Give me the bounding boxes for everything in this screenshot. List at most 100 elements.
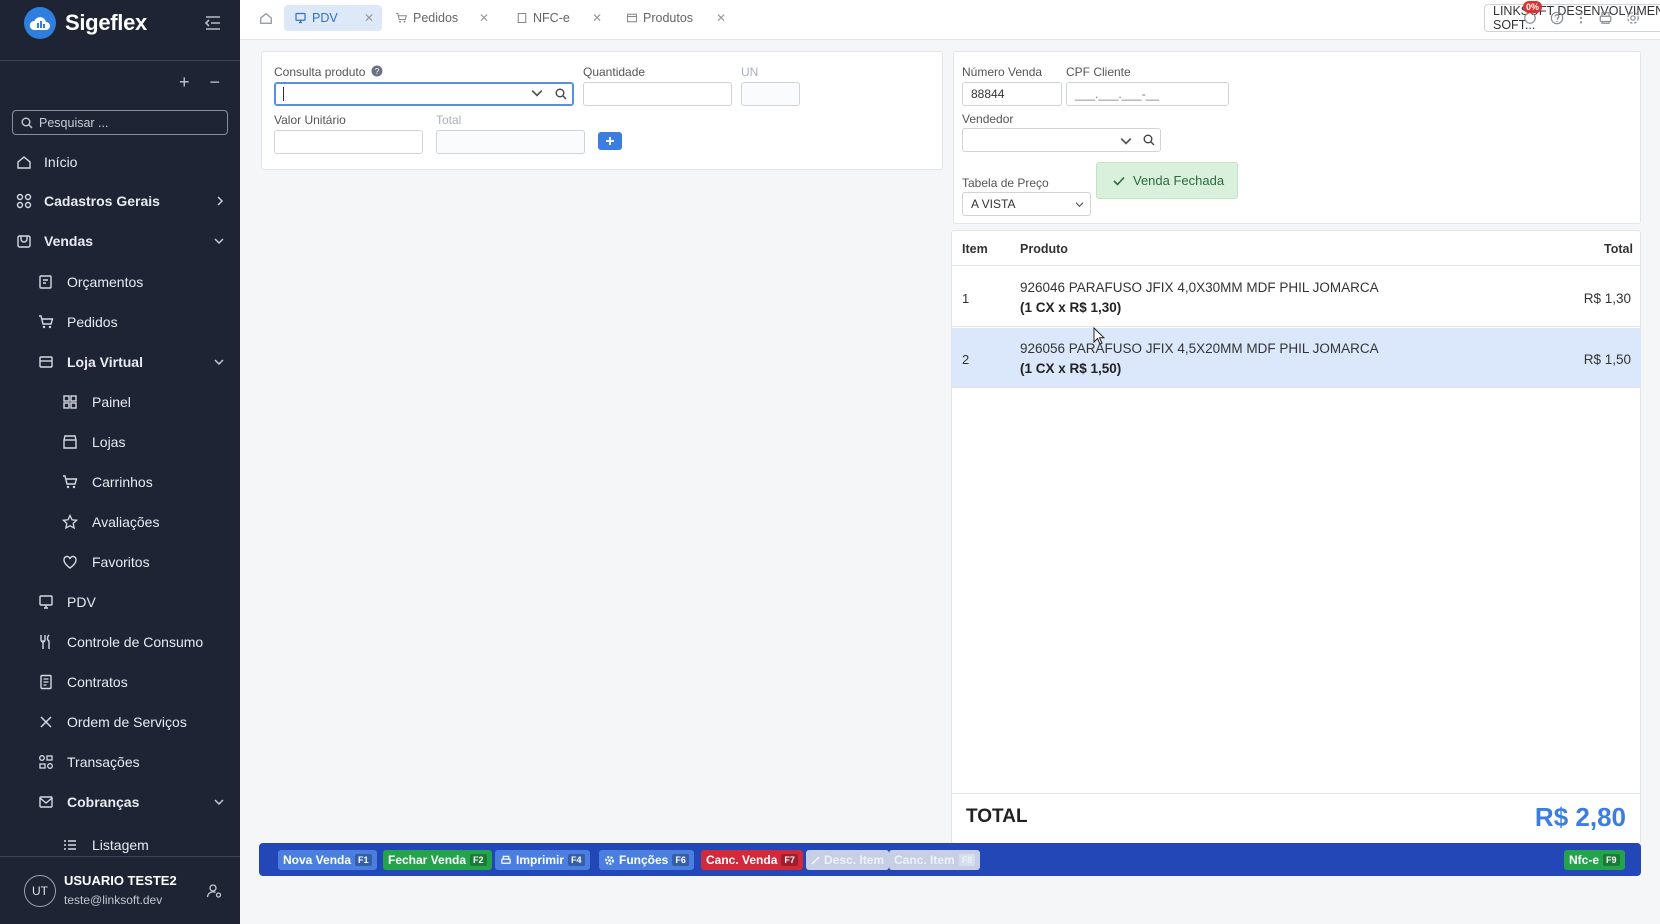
- sidebar-item-orcamentos[interactable]: Orçamentos: [0, 262, 240, 302]
- sidebar-item-cadastros-gerais[interactable]: Cadastros Gerais: [0, 181, 240, 221]
- row-item-number: 1: [962, 291, 970, 306]
- row-product-detail: (1 CX x R$ 1,50): [1020, 361, 1122, 376]
- user-name: USUARIO TESTE2: [64, 873, 177, 888]
- sidebar-item-label: Ordem de Serviços: [67, 714, 187, 730]
- percent-icon: [811, 855, 820, 865]
- close-tab-icon[interactable]: ✕: [364, 11, 374, 25]
- more-vertical-icon[interactable]: [1578, 11, 1584, 25]
- transactions-icon: [39, 755, 53, 769]
- grid-icon: [16, 193, 32, 209]
- nfce-button[interactable]: Nfc-e F9: [1564, 850, 1625, 870]
- tab-label: PDV: [312, 11, 338, 25]
- cpf-cliente-input[interactable]: ___.___.___-__: [1066, 82, 1229, 106]
- numero-venda-input[interactable]: 88844: [962, 82, 1062, 106]
- sidebar-item-transacoes[interactable]: Transações: [0, 742, 240, 782]
- sidebar-item-controle-de-consumo[interactable]: Controle de Consumo: [0, 622, 240, 662]
- table-row[interactable]: 2 926056 PARAFUSO JFIX 4,5X20MM MDF PHIL…: [952, 328, 1641, 388]
- sidebar-item-avaliacoes[interactable]: Avaliações: [0, 502, 240, 542]
- notifications-icon[interactable]: [1523, 11, 1537, 25]
- home-icon[interactable]: [259, 11, 273, 25]
- row-product-name: 926056 PARAFUSO JFIX 4,5X20MM MDF PHIL J…: [1020, 341, 1379, 356]
- edit-doc-icon: [39, 275, 52, 289]
- avatar[interactable]: UT: [24, 875, 56, 907]
- sidebar-header: Sigeflex: [0, 0, 240, 46]
- fechar-venda-button[interactable]: Fechar Venda F2: [383, 850, 492, 870]
- imprimir-button[interactable]: Imprimir F4: [495, 850, 590, 870]
- row-total: R$ 1,50: [1583, 352, 1631, 367]
- button-label: Canc. Venda: [706, 853, 778, 867]
- vendedor-label: Vendedor: [962, 112, 1014, 126]
- gear-icon[interactable]: [1626, 11, 1640, 25]
- canc-item-button[interactable]: Canc. Item F8: [889, 850, 981, 870]
- button-label: Fechar Venda: [388, 853, 467, 867]
- desc-item-button[interactable]: Desc. Item: [806, 850, 890, 870]
- expand-all-icon[interactable]: +: [179, 72, 190, 93]
- consulta-produto-input[interactable]: [274, 82, 574, 106]
- sidebar-actions: + −: [0, 61, 240, 103]
- sidebar-item-label: Lojas: [92, 434, 126, 450]
- shortcut-key: F2: [470, 854, 487, 866]
- chevron-down-icon[interactable]: [531, 88, 543, 98]
- search-icon[interactable]: [555, 88, 567, 100]
- close-tab-icon[interactable]: ✕: [479, 11, 489, 25]
- cart-icon: [396, 12, 408, 23]
- quantidade-input[interactable]: [583, 82, 732, 106]
- close-tab-icon[interactable]: ✕: [716, 11, 726, 25]
- sidebar-item-label: Vendas: [44, 233, 94, 249]
- sidebar-item-favoritos[interactable]: Favoritos: [0, 542, 240, 582]
- store-icon: [17, 235, 31, 248]
- user-settings-icon[interactable]: [206, 883, 222, 899]
- tab-pedidos[interactable]: Pedidos ✕: [395, 5, 495, 31]
- sidebar-item-inicio[interactable]: Início: [0, 142, 240, 182]
- tabela-preco-select[interactable]: A VISTA: [962, 192, 1091, 216]
- chevron-down-icon: [1075, 202, 1084, 208]
- sidebar-item-vendas[interactable]: Vendas: [0, 221, 240, 261]
- sidebar-item-contratos[interactable]: Contratos: [0, 662, 240, 702]
- vendedor-select[interactable]: [962, 128, 1161, 152]
- sidebar-item-cobrancas[interactable]: Cobranças: [0, 782, 240, 822]
- shortcut-key: F6: [672, 854, 689, 866]
- printer-icon: [501, 855, 511, 864]
- tab-produtos[interactable]: Produtos ✕: [626, 5, 736, 31]
- add-item-button[interactable]: [598, 132, 622, 150]
- help-icon[interactable]: ?: [371, 65, 383, 77]
- check-icon: [1113, 176, 1125, 186]
- tabela-preco-value: A VISTA: [971, 197, 1016, 211]
- help-icon[interactable]: [1550, 11, 1564, 25]
- un-input[interactable]: [741, 82, 800, 106]
- chevron-down-icon[interactable]: [1120, 136, 1132, 146]
- sidebar-item-pedidos[interactable]: Pedidos: [0, 302, 240, 342]
- table-row[interactable]: 1 926046 PARAFUSO JFIX 4,0X30MM MDF PHIL…: [952, 267, 1641, 327]
- funcoes-button[interactable]: Funções F6: [599, 850, 694, 870]
- total-input[interactable]: [436, 130, 585, 154]
- sidebar-search-input[interactable]: Pesquisar ...: [12, 110, 228, 135]
- sidebar-item-label: Controle de Consumo: [67, 634, 204, 650]
- canc-venda-button[interactable]: Canc. Venda F7: [701, 850, 803, 870]
- tab-nfce[interactable]: NFC-e ✕: [516, 5, 616, 31]
- valor-unitario-input[interactable]: [274, 130, 423, 154]
- text-caret: [283, 87, 284, 101]
- sidebar-search-placeholder: Pesquisar ...: [39, 115, 109, 130]
- printer-icon[interactable]: [1598, 11, 1613, 25]
- brand-name: Sigeflex: [65, 10, 147, 35]
- button-label: Desc. Item: [824, 853, 885, 867]
- sidebar-item-painel[interactable]: Painel: [0, 382, 240, 422]
- collapse-menu-icon[interactable]: [204, 15, 222, 31]
- tab-pdv[interactable]: PDV ✕: [284, 5, 382, 31]
- sidebar-item-carrinhos[interactable]: Carrinhos: [0, 462, 240, 502]
- notification-badge: 0%: [1523, 1, 1543, 13]
- chevron-down-icon: [214, 359, 224, 366]
- sidebar-item-loja-virtual[interactable]: Loja Virtual: [0, 342, 240, 382]
- search-icon[interactable]: [1143, 134, 1155, 146]
- sidebar-item-ordem-de-servicos[interactable]: Ordem de Serviços: [0, 702, 240, 742]
- close-tab-icon[interactable]: ✕: [592, 11, 602, 25]
- sidebar-item-label: Transações: [67, 754, 140, 770]
- cpf-cliente-label: CPF Cliente: [1066, 65, 1131, 79]
- tabela-preco-label: Tabela de Preço: [962, 176, 1049, 190]
- collapse-all-icon[interactable]: −: [209, 72, 220, 93]
- search-icon: [21, 117, 33, 128]
- sidebar-item-lojas[interactable]: Lojas: [0, 422, 240, 462]
- nova-venda-button[interactable]: Nova Venda F1: [278, 850, 377, 870]
- sidebar-item-pdv[interactable]: PDV: [0, 582, 240, 622]
- tab-label: Produtos: [643, 11, 694, 25]
